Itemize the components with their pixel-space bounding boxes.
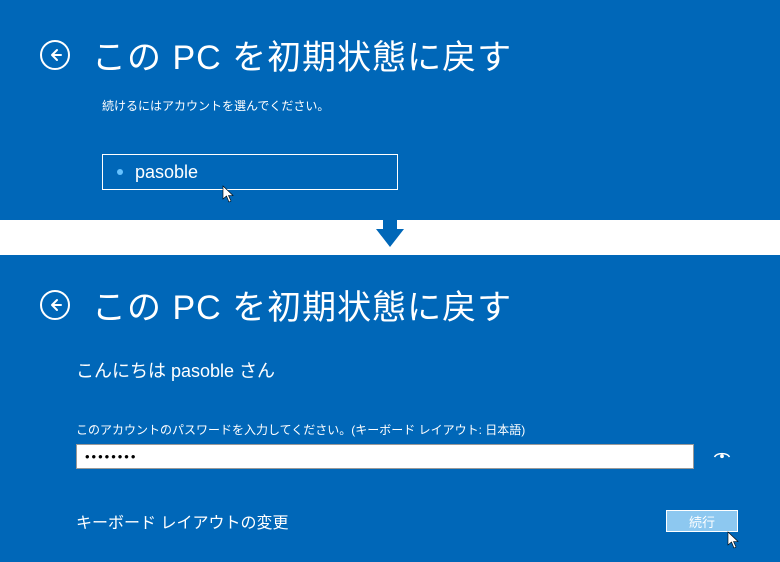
- cursor-icon: [727, 531, 741, 549]
- keyboard-layout-change-link[interactable]: キーボード レイアウトの変更: [76, 509, 288, 533]
- header-row: この PC を初期状態に戻す: [40, 30, 740, 79]
- arrow-left-icon: [47, 47, 63, 63]
- select-account-subtext: 続けるにはアカウントを選んでください。: [102, 97, 740, 114]
- password-label: このアカウントのパスワードを入力してください。(キーボード レイアウト: 日本語…: [76, 421, 740, 438]
- page-title: この PC を初期状態に戻す: [92, 280, 512, 329]
- greeting-text: こんにちは pasoble さん: [76, 357, 740, 383]
- back-button[interactable]: [40, 40, 70, 70]
- arrow-left-icon: [47, 297, 63, 313]
- screen-enter-password: この PC を初期状態に戻す こんにちは pasoble さん このアカウントの…: [0, 255, 780, 562]
- password-reveal-button[interactable]: [706, 444, 738, 469]
- screen-select-account: この PC を初期状態に戻す 続けるにはアカウントを選んでください。 pasob…: [0, 0, 780, 220]
- back-button[interactable]: [40, 290, 70, 320]
- account-dot-icon: [117, 169, 123, 175]
- header-row: この PC を初期状態に戻す: [40, 280, 740, 329]
- password-input[interactable]: [76, 444, 694, 469]
- separator: [0, 220, 780, 255]
- account-row-pasoble[interactable]: pasoble: [102, 154, 398, 190]
- bottom-row: キーボード レイアウトの変更 続行: [76, 509, 738, 533]
- down-arrow-icon: [376, 229, 404, 247]
- cursor-icon: [222, 185, 236, 203]
- continue-button-label: 続行: [689, 512, 715, 531]
- account-name-label: pasoble: [135, 162, 198, 183]
- password-row: [76, 444, 738, 469]
- page-title: この PC を初期状態に戻す: [92, 30, 512, 79]
- eye-icon: [713, 448, 731, 466]
- continue-button[interactable]: 続行: [666, 510, 738, 532]
